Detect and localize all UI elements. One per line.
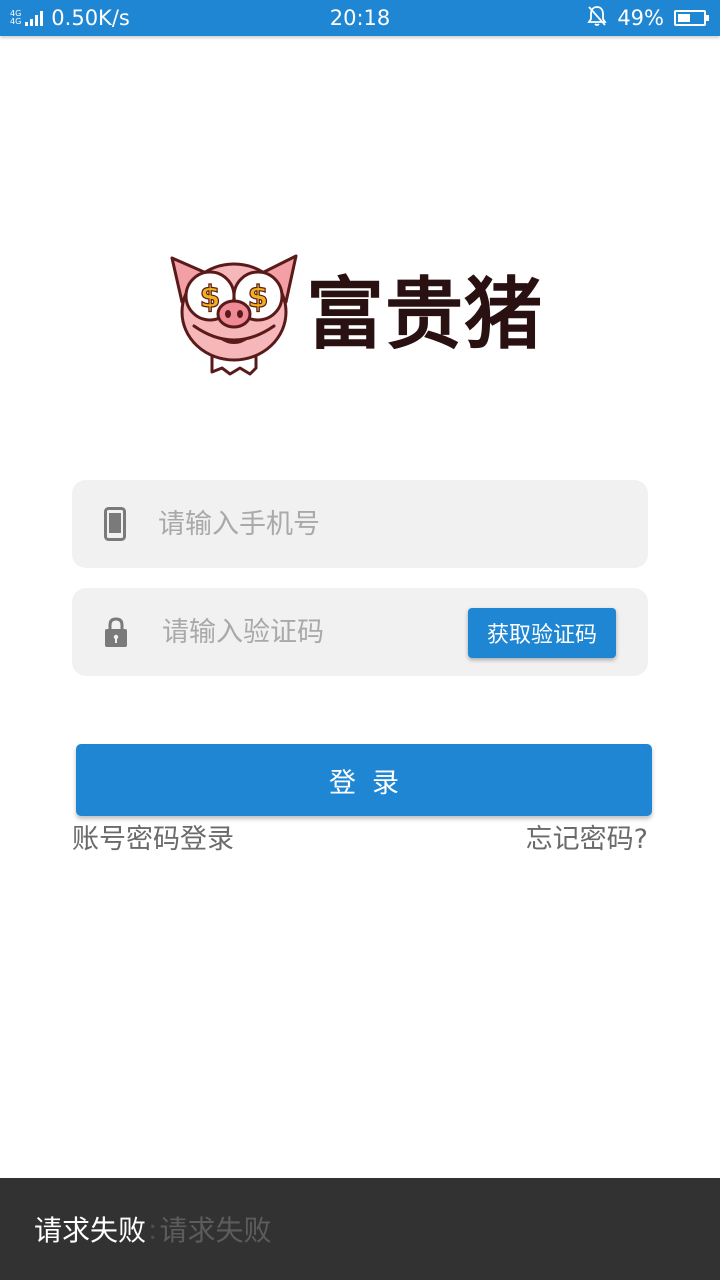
snackbar-detail: 请求失败 <box>159 1214 272 1247</box>
snackbar-message: 请求失败 <box>34 1214 147 1247</box>
battery-percent: 49% <box>617 6 664 30</box>
phone-input[interactable] <box>158 480 618 568</box>
account-password-login-link[interactable]: 账号密码登录 <box>72 820 234 860</box>
get-code-button[interactable]: 获取验证码 <box>468 608 616 658</box>
status-right: 49% <box>587 0 709 36</box>
lock-icon <box>104 588 128 676</box>
pig-mascot-icon: $ $ <box>170 254 298 376</box>
verification-code-field[interactable]: 获取验证码 <box>72 588 648 676</box>
battery-icon <box>674 10 709 26</box>
bell-muted-icon <box>587 5 607 31</box>
phone-icon <box>104 480 126 568</box>
status-bar: 4G 4G 0.50K/s 20:18 49% <box>0 0 720 36</box>
login-button[interactable]: 登录 <box>76 744 652 816</box>
snackbar-separator: : <box>148 1212 158 1246</box>
error-snackbar: 请求失败 : 请求失败 <box>0 1178 720 1280</box>
phone-field[interactable] <box>72 480 648 568</box>
battery-level <box>678 14 690 22</box>
code-input[interactable] <box>162 588 452 676</box>
brand-name: 富贵猪 <box>306 270 544 360</box>
forgot-password-link[interactable]: 忘记密码? <box>526 820 648 860</box>
